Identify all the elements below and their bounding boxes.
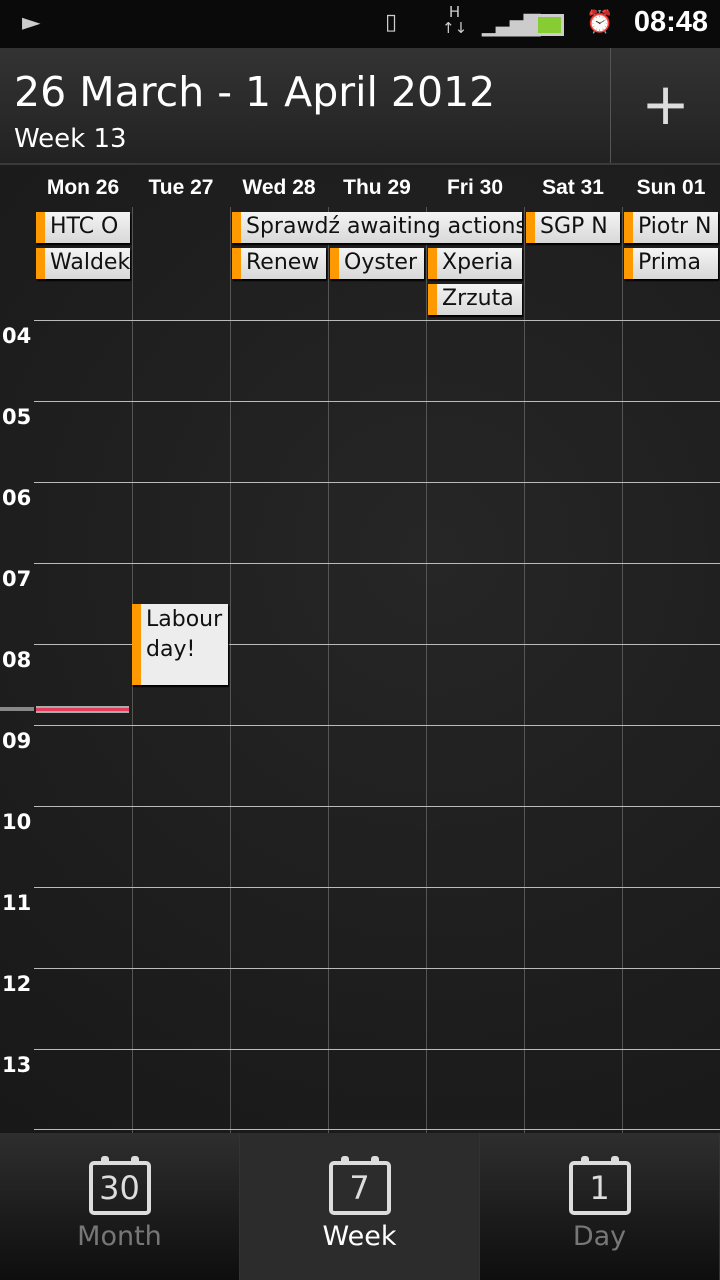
day-divider <box>328 207 329 1133</box>
play-icon: ► <box>22 8 41 36</box>
tab-label: Month <box>77 1221 162 1252</box>
day-header[interactable]: Tue 27 <box>132 176 230 200</box>
week-grid[interactable]: Mon 26 Tue 27 Wed 28 Thu 29 Fri 30 Sat 31 Sun … <box>0 167 720 1133</box>
all-day-event[interactable]: Xperia <box>428 248 522 279</box>
hour-label: 05 <box>2 405 32 429</box>
day-header[interactable]: Fri 30 <box>426 176 524 200</box>
header: 26 March - 1 April 2012 Week 13 + <box>0 48 720 165</box>
hour-label: 13 <box>2 1053 32 1077</box>
hour-line <box>34 968 720 969</box>
hour-line <box>34 1049 720 1050</box>
signal-icon: ▁▃▅▇ <box>482 12 541 37</box>
alarm-icon: ⏰ <box>586 10 614 35</box>
all-day-event[interactable]: SGP N <box>526 212 620 243</box>
hour-label: 04 <box>2 324 32 348</box>
all-day-event[interactable]: Piotr N <box>624 212 718 243</box>
hour-label: 09 <box>2 729 32 753</box>
all-day-event[interactable]: HTC O <box>36 212 130 243</box>
hour-line <box>34 1129 720 1130</box>
day-divider <box>230 207 231 1133</box>
day-header[interactable]: Mon 26 <box>34 176 132 200</box>
current-time-marker <box>0 707 34 711</box>
view-tabs: 30 Month 7 Week 1 Day <box>0 1133 720 1280</box>
calendar-icon: 30 <box>88 1156 151 1215</box>
all-day-event[interactable]: Prima <box>624 248 718 279</box>
day-header[interactable]: Thu 29 <box>328 176 426 200</box>
hour-line <box>34 401 720 402</box>
network-h-icon: H ↑↓ <box>442 3 468 37</box>
network-type: H <box>448 3 461 21</box>
day-divider <box>622 207 623 1133</box>
timed-event[interactable]: Labour day! <box>132 603 228 685</box>
hour-line <box>34 482 720 483</box>
all-day-event[interactable]: Waldek <box>36 248 130 279</box>
hour-line <box>34 887 720 888</box>
all-day-event[interactable]: Zrzuta <box>428 284 522 315</box>
hour-line <box>34 320 720 321</box>
day-divider <box>426 207 427 1133</box>
all-day-event[interactable]: Renew <box>232 248 326 279</box>
tab-label: Week <box>322 1221 397 1252</box>
tab-month[interactable]: 30 Month <box>0 1133 240 1280</box>
tab-day[interactable]: 1 Day <box>480 1133 720 1280</box>
calendar-icon: 7 <box>328 1156 391 1215</box>
hour-label: 11 <box>2 891 32 915</box>
add-event-button[interactable]: + <box>610 48 720 163</box>
current-time-line <box>36 706 129 713</box>
page-title: 26 March - 1 April 2012 <box>14 68 496 116</box>
hour-label: 10 <box>2 810 32 834</box>
vibrate-icon: ▯ <box>385 10 398 35</box>
status-bar: ► ▯ H ↑↓ ▁▃▅▇ ⏰ 08:48 <box>0 0 720 48</box>
day-divider <box>524 207 525 1133</box>
all-day-event[interactable]: Oyster <box>330 248 424 279</box>
hour-label: 08 <box>2 648 32 672</box>
all-day-event[interactable]: Sprawdź awaiting actions <box>232 212 522 243</box>
day-header[interactable]: Sat 31 <box>524 176 622 200</box>
hour-label: 12 <box>2 972 32 996</box>
week-number: Week 13 <box>14 124 127 154</box>
hour-line <box>34 725 720 726</box>
day-header[interactable]: Wed 28 <box>230 176 328 200</box>
hour-line <box>34 806 720 807</box>
hour-label: 07 <box>2 567 32 591</box>
calendar-icon: 1 <box>568 1156 631 1215</box>
hour-label: 06 <box>2 486 32 510</box>
hour-line <box>34 563 720 564</box>
battery-icon <box>535 14 564 36</box>
tab-week[interactable]: 7 Week <box>240 1133 480 1280</box>
clock: 08:48 <box>633 6 708 38</box>
tab-label: Day <box>572 1221 627 1252</box>
day-header[interactable]: Sun 01 <box>622 176 720 200</box>
